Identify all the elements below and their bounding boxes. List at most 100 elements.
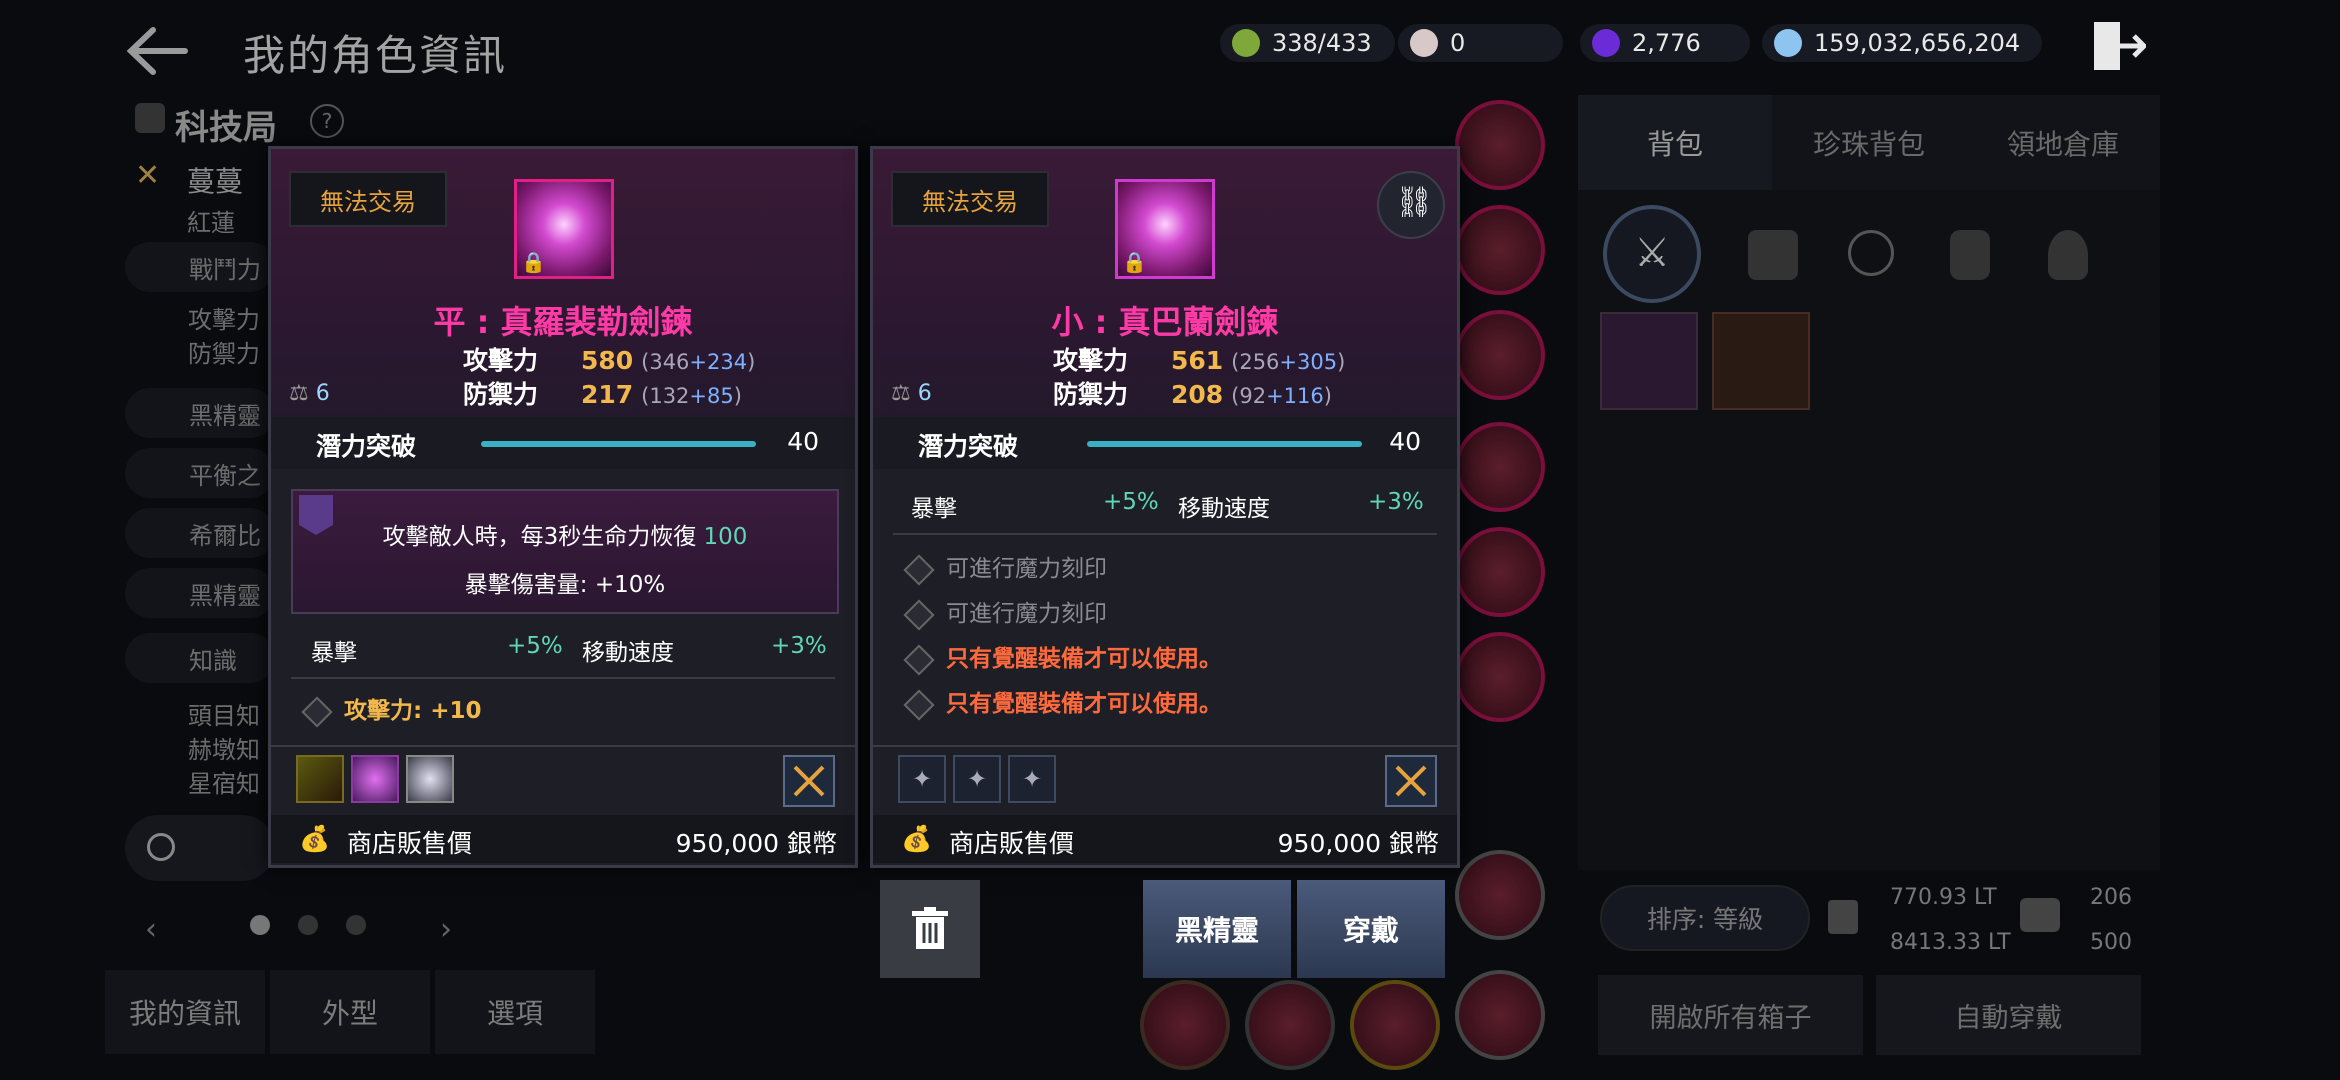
char-name: 蔓蔓 (187, 165, 244, 198)
carousel-prev[interactable]: ‹ (145, 912, 157, 947)
equip-slot-icon[interactable] (1455, 422, 1545, 512)
gem-socket-empty-icon[interactable]: ✦ (898, 755, 946, 803)
item-tooltip-selected: 無法交易 🔒 ⛓ 小 : 真巴蘭劍鍊 攻擊力 561 (256+305) 防禦力 2… (870, 146, 1460, 868)
knowledge-hedun: 赫墩知 (188, 736, 260, 764)
sort-button[interactable]: 排序: 等級 (1600, 885, 1810, 951)
weight-icon: ⚖ (891, 381, 911, 406)
pearl-icon (1410, 29, 1438, 57)
option-diamond-icon (903, 688, 935, 721)
page-dot-2 (298, 915, 318, 935)
guild-icon (135, 103, 165, 133)
item-tooltip-equipped: 無法交易 🔒 平 : 真羅裴勒劍鍊 攻擊力 580 (346+234) 防禦力 21… (268, 146, 858, 868)
page-dot-1 (250, 915, 270, 935)
filter-weapon-icon[interactable]: ⚔ (1603, 205, 1701, 303)
crit-label: 暴擊 (311, 640, 357, 666)
lock-icon: 🔒 (521, 250, 546, 274)
delete-button[interactable] (880, 880, 980, 978)
currency-silver: 159,032,656,204 (1762, 24, 2042, 62)
tab-storage[interactable]: 領地倉庫 (1966, 95, 2160, 190)
stat-row-spirit[interactable]: 黑精靈 (125, 388, 275, 438)
search-icon (147, 833, 175, 861)
attack-stat: 攻擊力 561 (256+305) (1053, 346, 1346, 375)
purple-orb-icon (1592, 29, 1620, 57)
page-dot-3 (346, 915, 366, 935)
equip-slot-icon[interactable] (1455, 850, 1545, 940)
speed-label: 移動速度 (582, 640, 674, 666)
untradable-badge: 無法交易 (891, 171, 1049, 227)
green-gem-icon (1232, 29, 1260, 57)
gem-socket-empty-icon[interactable]: ✦ (1008, 755, 1056, 803)
link-button[interactable]: ⛓ (1377, 171, 1445, 239)
weapon-type-icon[interactable] (1385, 755, 1437, 807)
auto-equip-button[interactable]: 自動穿戴 (1876, 975, 2141, 1055)
knowledge-star: 星宿知 (188, 770, 260, 798)
trash-icon (912, 907, 948, 949)
gem-silver-icon[interactable] (406, 755, 454, 803)
filter-gem-icon[interactable] (1950, 230, 1990, 280)
speed-value: +3% (1368, 489, 1424, 515)
crit-value: +5% (1103, 489, 1159, 515)
class-icon: ✕ (135, 158, 161, 193)
equip-slot-icon[interactable] (1455, 527, 1545, 617)
slots-total: 500 (2090, 930, 2132, 955)
exit-icon[interactable] (2090, 18, 2148, 74)
app-screen: 我的角色資訊 338/433 0 2,776 159,032,656,204 科… (0, 0, 2340, 1080)
equip-button[interactable]: 穿戴 (1297, 880, 1445, 978)
search-field[interactable] (125, 815, 275, 881)
open-all-boxes-button[interactable]: 開啟所有箱子 (1598, 975, 1863, 1055)
gem-socket-empty-icon[interactable]: ✦ (953, 755, 1001, 803)
back-arrow-icon[interactable] (125, 24, 189, 78)
potential-row: 潛力突破 40 (873, 417, 1457, 469)
currency-purple: 2,776 (1580, 24, 1750, 62)
equip-slot-icon[interactable] (1455, 632, 1545, 722)
skill-slot-icon[interactable] (1140, 980, 1230, 1070)
carousel-next[interactable]: › (440, 912, 452, 947)
equip-slot-icon[interactable] (1455, 205, 1545, 295)
black-spirit-button[interactable]: 黑精靈 (1143, 880, 1291, 978)
tab-appearance[interactable]: 外型 (270, 970, 430, 1054)
equip-slot-icon[interactable] (1455, 310, 1545, 400)
skill-slot-icon[interactable] (1245, 980, 1335, 1070)
tab-my-info[interactable]: 我的資訊 (105, 970, 265, 1054)
weapon-type-icon[interactable] (783, 755, 835, 807)
stat-row-knowledge[interactable]: 知識 (125, 633, 275, 683)
gem-yellow-icon[interactable] (296, 755, 344, 803)
equip-slot-icon[interactable] (1455, 970, 1545, 1060)
skill-slot-icon[interactable] (1350, 980, 1440, 1070)
equip-slot-icon[interactable] (1455, 100, 1545, 190)
currency-pearl: 0 (1398, 24, 1563, 62)
speed-label: 移動速度 (1178, 496, 1270, 522)
filter-accessory-icon[interactable] (1848, 230, 1894, 276)
stat-attack: 攻擊力 (188, 306, 260, 334)
inventory-slot-sword[interactable] (1712, 312, 1810, 410)
weight-current: 770.93 LT (1890, 885, 1997, 910)
silver-coin-icon (1774, 29, 1802, 57)
tab-options[interactable]: 選項 (435, 970, 595, 1054)
item-name: 平 : 真羅裴勒劍鍊 (433, 303, 693, 341)
weight-icon: ⚖ (289, 381, 309, 406)
stat-row-spirit2[interactable]: 黑精靈 (125, 568, 275, 618)
weight-max: 8413.33 LT (1890, 930, 2011, 955)
option-line-warning: 只有覺醒裝備才可以使用。 (903, 684, 1222, 721)
option-diamond-icon (903, 643, 935, 676)
option-diamond-icon (903, 598, 935, 631)
filter-potion-icon[interactable] (2048, 230, 2088, 280)
item-icon-chain: 🔒 (514, 179, 614, 279)
currency-energy: 338/433 (1220, 24, 1395, 62)
stat-row-balance[interactable]: 平衡之 (125, 448, 275, 498)
attack-stat: 攻擊力 580 (346+234) (463, 346, 756, 375)
help-icon[interactable]: ? (310, 104, 344, 138)
page-title: 我的角色資訊 (243, 31, 508, 80)
sell-price-row: 💰 商店販售價 950,000 銀幣 (271, 815, 855, 863)
filter-armor-icon[interactable] (1748, 230, 1798, 280)
item-name: 小 : 真巴蘭劍鍊 (1051, 303, 1279, 341)
stat-row-hilbi[interactable]: 希爾比 (125, 508, 275, 558)
item-weight: ⚖ 6 (289, 381, 330, 406)
gem-purple-icon[interactable] (351, 755, 399, 803)
special-effect-box: 攻擊敵人時，每3秒生命力恢復 100 暴擊傷害量: +10% (291, 489, 839, 614)
inventory-slot-chain[interactable] (1600, 312, 1698, 410)
stat-row-combat[interactable]: 戰鬥力 (125, 242, 275, 292)
tab-pearl-bag[interactable]: 珍珠背包 (1772, 95, 1966, 190)
inventory-panel: ⚔ 排序: 等級 770.93 LT 8413.33 LT 206 500 (1578, 190, 2160, 955)
tab-bag[interactable]: 背包 (1578, 95, 1772, 190)
